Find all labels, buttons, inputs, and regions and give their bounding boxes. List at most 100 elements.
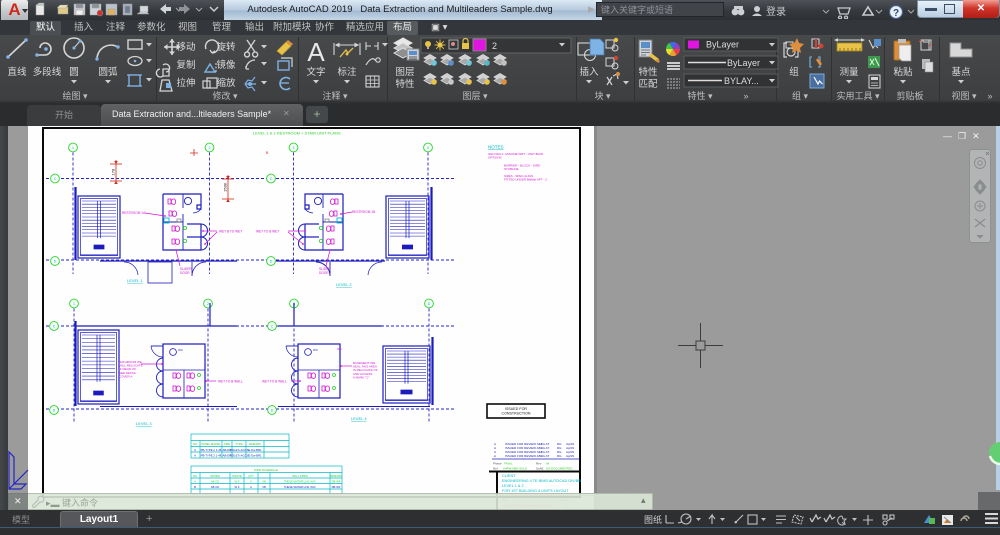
svg-text:STUBLINE: STUBLINE (504, 167, 519, 171)
svg-text:多段线: 多段线 (33, 66, 62, 78)
svg-text:特性: 特性 (395, 78, 415, 90)
svg-text:WET TO B WALL: WET TO B WALL (262, 380, 287, 384)
svg-text:标注: 标注 (337, 66, 357, 78)
svg-text:PB-TYPE 2 1-48: PB-TYPE 2 1-48 (201, 453, 222, 457)
svg-text:AS-DOCUMENTED: AS-DOCUMENTED (546, 467, 573, 471)
svg-text:图纸: 图纸 (644, 514, 662, 525)
svg-text:C: C (53, 325, 56, 329)
svg-text:D: D (54, 260, 57, 264)
svg-text:DB-WF: DB-WF (332, 479, 341, 483)
svg-text:DB-WF: DB-WF (332, 485, 341, 489)
svg-text:VB: VB (262, 479, 266, 483)
svg-text:TOILET+ACCS: TOILET+ACCS (229, 448, 248, 452)
svg-text:TOILET+ACCS: TOILET+ACCS (229, 453, 248, 457)
svg-text:v8: v8 (546, 462, 550, 466)
svg-text:粘贴: 粘贴 (893, 66, 913, 78)
svg-text:A: A (194, 448, 196, 452)
svg-text:镜像: 镜像 (216, 59, 236, 71)
svg-text:A: A (307, 37, 325, 67)
svg-text:LG AT: LG AT (541, 454, 549, 458)
svg-text:Rev: Rev (536, 462, 542, 466)
svg-text:登录: 登录 (766, 5, 786, 18)
svg-text:VB: VB (262, 485, 266, 489)
svg-text:WASTE: WASTE (232, 474, 242, 478)
svg-text:ByLayer: ByLayer (727, 58, 760, 68)
svg-text:1588: 1588 (223, 182, 228, 192)
svg-text:A4PW ABH SUL8: A4PW ABH SUL8 (503, 467, 527, 471)
svg-text:OPTIONS: OPTIONS (488, 156, 502, 160)
svg-text:2: 2 (209, 146, 211, 150)
svg-text:PANEL MODEL: PANEL MODEL (201, 442, 221, 446)
svg-text:A MARK "C": A MARK "C" (353, 375, 369, 379)
svg-text:A: A (494, 454, 496, 458)
svg-text:NOTES: NOTES (488, 145, 504, 150)
svg-text:REMARK: REMARK (330, 474, 342, 478)
svg-text:CLIENT: CLIENT (502, 474, 516, 478)
svg-text:图层: 图层 (395, 67, 414, 78)
svg-text:CONSTRUCTION: CONSTRUCTION (502, 412, 531, 416)
svg-text:RG: RG (557, 454, 562, 458)
svg-text:E-Dw-BR1: E-Dw-BR1 (248, 453, 262, 457)
svg-text:178: 178 (111, 168, 116, 175)
svg-text:PB-TYPE 2 1-48: PB-TYPE 2 1-48 (201, 448, 222, 452)
svg-text:LEVEL 3: LEVEL 3 (136, 421, 152, 426)
svg-text:WC: WC (178, 348, 184, 352)
svg-text:BYLAY...: BYLAY... (724, 76, 759, 86)
svg-text:1: 1 (72, 146, 74, 150)
svg-text:E-Dw-BR1: E-Dw-BR1 (248, 448, 262, 452)
svg-text:4: 4 (427, 146, 429, 150)
svg-text:RESTROOM 1B: RESTROOM 1B (352, 210, 375, 214)
svg-text:文字: 文字 (306, 66, 325, 78)
svg-text:NO: NO (193, 474, 197, 478)
svg-text:LEVEL 1: LEVEL 1 (127, 278, 143, 283)
svg-text:FINAL: FINAL (504, 462, 513, 466)
svg-text:TYPE: TYPE (235, 442, 242, 446)
svg-text:D: D (428, 302, 431, 306)
svg-text:缩放: 缩放 (216, 77, 236, 89)
svg-text:THESE WATER LLW, W.R.: THESE WATER LLW, W.R. (284, 485, 317, 489)
svg-text:Ref: Ref (493, 467, 498, 471)
svg-text:WET B TO WET: WET B TO WET (219, 230, 242, 234)
svg-text:匹配: 匹配 (638, 79, 658, 90)
svg-text:D: D (271, 409, 274, 413)
svg-text:复制: 复制 (176, 59, 195, 71)
svg-text:B: B (194, 485, 196, 489)
svg-text:2: 2 (207, 302, 209, 306)
svg-text:1: 1 (73, 302, 75, 306)
svg-text:REMARK: REMARK (249, 442, 261, 446)
svg-text:RESTROOM 1A: RESTROOM 1A (122, 211, 146, 215)
svg-text:AB CD: AB CD (211, 479, 219, 483)
svg-text:基点: 基点 (951, 66, 971, 78)
svg-text:WC: WC (313, 348, 319, 352)
svg-text:COVER A: COVER A (119, 374, 132, 378)
svg-text:WET TO B WALL: WET TO B WALL (218, 380, 243, 384)
svg-text:DOOR: DOOR (319, 271, 329, 275)
svg-text:圆: 圆 (69, 67, 79, 78)
svg-text:C: C (54, 177, 57, 181)
svg-text:A: A (194, 453, 196, 457)
svg-text:D: D (53, 409, 56, 413)
svg-text:A: A (250, 479, 252, 483)
svg-text:THESE WATER LLW, W.R.: THESE WATER LLW, W.R. (284, 479, 317, 483)
svg-text:WATER: WATER (210, 474, 219, 478)
svg-text:ISSUED FOR: ISSUED FOR (505, 407, 527, 411)
svg-text:3: 3 (293, 146, 295, 150)
svg-text:SIZE: SIZE (224, 442, 230, 446)
svg-text:PIPE SCHEDULE: PIPE SCHEDULE (254, 468, 278, 472)
svg-text:WC: WC (337, 347, 343, 351)
svg-text:直线: 直线 (7, 66, 27, 78)
svg-text:W F: W F (235, 479, 240, 483)
svg-text:LEVEL 1 & 2: LEVEL 1 & 2 (502, 484, 524, 488)
svg-text:WET TO B WET: WET TO B WET (256, 230, 279, 234)
svg-text:ENGINEERING 4 TE BIMS AUTOCAD: ENGINEERING 4 TE BIMS AUTOCAD DIV/BB (502, 479, 581, 483)
svg-text:C: C (271, 325, 274, 329)
svg-text:LEVEL 1 & 2 RESTROOM + STAIR U: LEVEL 1 & 2 RESTROOM + STAIR UNIT PLANS (253, 131, 341, 136)
svg-text:FITTED UNDER BidMat APT - 2: FITTED UNDER BidMat APT - 2 (504, 178, 547, 182)
svg-text:A: A (250, 485, 252, 489)
svg-text:测量: 测量 (839, 67, 859, 78)
svg-text:Phase: Phase (493, 462, 502, 466)
svg-text:LEVEL 2: LEVEL 2 (336, 282, 352, 287)
svg-text:移动: 移动 (176, 41, 195, 53)
svg-text:QTY: QTY (248, 474, 254, 478)
svg-text:Apr09: Apr09 (566, 454, 574, 458)
